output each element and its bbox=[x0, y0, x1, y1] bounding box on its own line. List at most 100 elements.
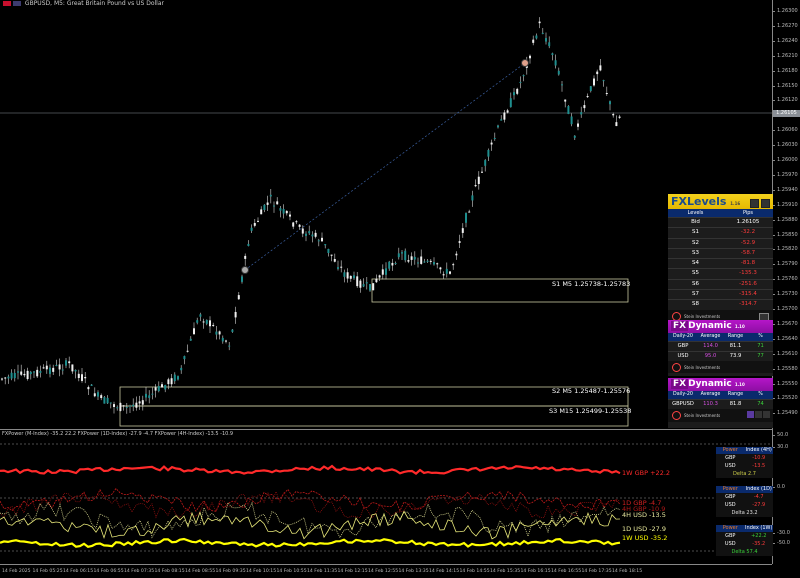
level-name: S1 bbox=[692, 229, 699, 236]
candle-body bbox=[586, 96, 589, 98]
candle-body bbox=[157, 386, 160, 392]
level-pips: -251.6 bbox=[739, 280, 757, 287]
anchor-marker-end bbox=[521, 59, 529, 67]
candle-body bbox=[39, 370, 42, 373]
price-tick: 1.26210 bbox=[772, 52, 798, 59]
candle-body bbox=[570, 116, 573, 125]
candle-body bbox=[602, 80, 605, 82]
sr-label-s3: S3 M15 1.25499-1.25538 bbox=[549, 407, 632, 415]
candle-body bbox=[487, 149, 490, 157]
price-chart[interactable] bbox=[0, 14, 772, 427]
level-pips: -58.7 bbox=[740, 249, 756, 256]
price-tick: 1.26060 bbox=[772, 127, 798, 134]
candle-body bbox=[132, 404, 135, 407]
candle-body bbox=[554, 60, 557, 66]
ind-label-1w-gbp: 1W GBP +22.2 bbox=[622, 469, 671, 477]
candle-body bbox=[269, 194, 272, 197]
indicator-tick: -30.0 bbox=[772, 530, 790, 536]
arrow-icon[interactable] bbox=[747, 411, 754, 418]
candle-body bbox=[77, 373, 80, 378]
candle-body bbox=[87, 387, 90, 390]
candle-body bbox=[596, 71, 599, 75]
time-tick: 14 Feb 14:15 bbox=[429, 569, 460, 574]
indicator-title: FXPower (M-Index) -35.2 22.2 FXPower (1D… bbox=[2, 431, 234, 437]
candle-body bbox=[301, 228, 304, 234]
candle-body bbox=[285, 210, 288, 214]
candle-body bbox=[561, 84, 563, 86]
panel-buttons[interactable] bbox=[746, 411, 770, 419]
menu-icon[interactable] bbox=[750, 199, 759, 208]
candle-body bbox=[61, 369, 64, 371]
candle-body bbox=[599, 65, 602, 71]
candle-body bbox=[519, 81, 522, 83]
candle-body bbox=[465, 213, 467, 223]
level-pips: -314.7 bbox=[739, 301, 757, 308]
time-tick: 14 Feb 10:55 bbox=[276, 569, 307, 574]
candle-body bbox=[343, 272, 346, 277]
candle-body bbox=[535, 35, 538, 39]
price-tick: 1.25970 bbox=[772, 171, 798, 178]
price-tick: 1.25490 bbox=[772, 410, 798, 417]
candle-body bbox=[90, 384, 93, 386]
fxlevels-row: S6 -251.6 bbox=[668, 278, 773, 289]
candle-body bbox=[196, 320, 199, 323]
price-tick: 1.26240 bbox=[772, 37, 798, 44]
candle-body bbox=[580, 112, 583, 115]
candle-body bbox=[221, 337, 224, 342]
fxlevels-panel: FXLevels 1.16 Levels Pips Bid 1.26105 S1 -3… bbox=[668, 194, 773, 324]
candle-body bbox=[199, 314, 202, 317]
candle-body bbox=[266, 202, 269, 205]
candle-body bbox=[183, 356, 186, 360]
candle-body bbox=[84, 376, 87, 379]
candle-body bbox=[49, 367, 51, 374]
tools-icon[interactable] bbox=[763, 411, 770, 418]
fxlevels-title: FXLevels bbox=[671, 195, 727, 208]
candle-body bbox=[186, 350, 189, 352]
candle-body bbox=[365, 282, 368, 284]
time-tick: 14 Feb 15:35 bbox=[490, 569, 521, 574]
candle-body bbox=[273, 205, 275, 207]
price-tick: 1.25850 bbox=[772, 231, 798, 238]
level-name: S7 bbox=[692, 291, 699, 298]
candle-body bbox=[445, 268, 448, 274]
candle-body bbox=[4, 377, 7, 379]
dynamic-row: GBPUSD 110.3 81.8 74 bbox=[668, 399, 773, 409]
candle-body bbox=[282, 209, 285, 214]
price-tick: 1.25760 bbox=[772, 276, 798, 283]
candle-body bbox=[308, 231, 311, 234]
candle-body bbox=[391, 262, 394, 266]
price-tick: 1.25790 bbox=[772, 261, 798, 268]
candle-body bbox=[541, 32, 544, 34]
minimize-icon[interactable] bbox=[761, 199, 770, 208]
scale-icon[interactable] bbox=[755, 411, 762, 418]
price-axis: 1.26300 1.26270 1.26240 1.26210 1.26180 1.261… bbox=[772, 0, 800, 430]
indicator-tick: 0.0 bbox=[772, 484, 785, 490]
candle-body bbox=[436, 263, 439, 265]
dynamic-row: GBP 114.0 81.1 71 bbox=[668, 341, 773, 351]
price-tick: 1.25610 bbox=[772, 350, 798, 357]
candle-body bbox=[468, 211, 471, 213]
candle-body bbox=[490, 142, 493, 145]
fxlevels-row: S2 -52.9 bbox=[668, 237, 773, 248]
candle-body bbox=[529, 55, 531, 59]
candle-body bbox=[218, 331, 221, 335]
time-tick: 14 Feb 18:15 bbox=[612, 569, 643, 574]
candle-body bbox=[45, 365, 48, 370]
brand-name: Stein Investments bbox=[684, 314, 721, 320]
candle-body bbox=[324, 244, 327, 246]
fxlevels-row: S3 -58.7 bbox=[668, 247, 773, 258]
ind-label-4h-usd: 4H USD -13.5 bbox=[622, 511, 666, 519]
candle-body bbox=[253, 223, 256, 226]
current-price-tag: 1.26105 bbox=[773, 110, 800, 117]
time-tick: 14 Feb 06:15 bbox=[63, 569, 94, 574]
candle-body bbox=[52, 367, 55, 372]
time-tick: 14 Feb 05:25 bbox=[32, 569, 63, 574]
candle-body bbox=[109, 402, 112, 404]
dynamic-header: FX Dynamic 1.10 bbox=[668, 378, 773, 391]
candle-body bbox=[170, 378, 173, 385]
candle-body bbox=[506, 110, 509, 113]
line-1w-gbp bbox=[0, 464, 621, 475]
candle-body bbox=[317, 240, 320, 242]
candle-body bbox=[359, 280, 362, 288]
candle-body bbox=[42, 367, 45, 369]
